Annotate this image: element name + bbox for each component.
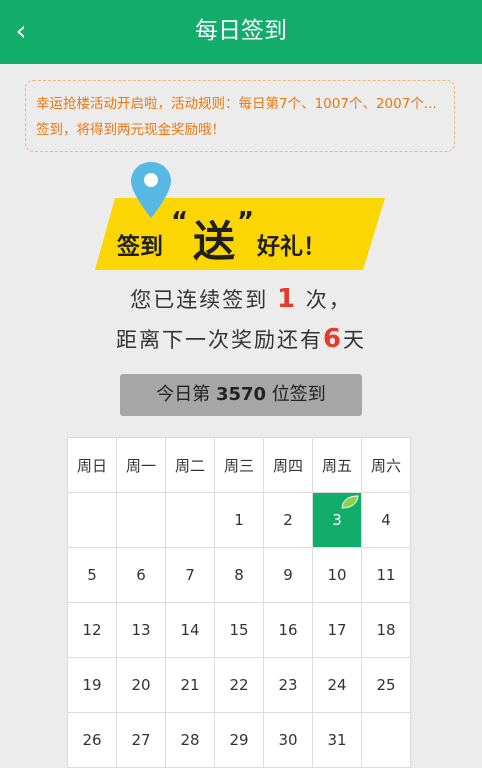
calendar-day-cell[interactable]: 18 xyxy=(361,602,411,658)
calendar-body: 1 2 3 4 5 6 7 8 9 10 11 12 13 14 15 16 17 18 19 20 21 22 23 24 2… xyxy=(67,492,411,768)
calendar-day-cell[interactable]: 27 xyxy=(116,712,166,768)
banner-quote-close: ” xyxy=(237,207,254,237)
next-reward-prefix: 距离下一次奖励还有 xyxy=(115,328,323,352)
calendar-day-today[interactable]: 3 xyxy=(312,492,362,548)
calendar-empty-cell xyxy=(116,492,166,548)
calendar-day-cell[interactable]: 11 xyxy=(361,547,411,603)
calendar-day-cell[interactable]: 13 xyxy=(116,602,166,658)
streak-suffix: 次， xyxy=(305,288,352,312)
calendar-day-cell[interactable]: 4 xyxy=(361,492,411,548)
calendar-empty-cell xyxy=(165,492,215,548)
calendar-day-cell[interactable]: 2 xyxy=(263,492,313,548)
calendar-day-cell[interactable]: 1 xyxy=(214,492,264,548)
rank-prefix: 今日第 xyxy=(156,384,211,405)
calendar-week-row: 12 13 14 15 16 17 18 xyxy=(67,602,411,658)
rank-number: 3570 xyxy=(215,384,267,405)
banner-quote-open: “ xyxy=(171,207,188,237)
calendar-day-cell[interactable]: 21 xyxy=(165,657,215,713)
calendar-day-cell[interactable]: 24 xyxy=(312,657,362,713)
calendar-day-cell[interactable]: 28 xyxy=(165,712,215,768)
calendar-day-cell[interactable]: 29 xyxy=(214,712,264,768)
calendar-day-cell[interactable]: 9 xyxy=(263,547,313,603)
sign-in-gift-banner: 签到 “ 送 ” 好礼！ xyxy=(95,162,385,270)
weekday-sat: 周六 xyxy=(361,437,411,493)
rank-suffix: 位签到 xyxy=(271,384,326,405)
calendar-day-cell[interactable]: 17 xyxy=(312,602,362,658)
calendar-week-row: 26 27 28 29 30 31 xyxy=(67,712,411,768)
calendar-day-cell[interactable]: 19 xyxy=(67,657,117,713)
calendar-day-number: 3 xyxy=(332,511,342,529)
streak-count: 1 xyxy=(276,284,298,314)
calendar-day-cell[interactable]: 5 xyxy=(67,547,117,603)
leaf-icon xyxy=(341,495,359,509)
activity-rules-notice: 幸运抢楼活动开启啦，活动规则：每日第7个、1007个、2007个...签到，将得… xyxy=(25,80,455,152)
weekday-mon: 周一 xyxy=(116,437,166,493)
next-reward-suffix: 天 xyxy=(343,328,367,352)
weekday-header-row: 周日 周一 周二 周三 周四 周五 周六 xyxy=(67,437,411,493)
calendar-day-cell[interactable]: 6 xyxy=(116,547,166,603)
calendar-empty-cell xyxy=(67,492,117,548)
calendar-day-cell[interactable]: 10 xyxy=(312,547,362,603)
calendar-day-cell[interactable]: 22 xyxy=(214,657,264,713)
calendar-day-cell[interactable]: 15 xyxy=(214,602,264,658)
calendar-day-cell[interactable]: 20 xyxy=(116,657,166,713)
weekday-sun: 周日 xyxy=(67,437,117,493)
streak-prefix: 您已连续签到 xyxy=(130,288,269,312)
calendar-day-cell[interactable]: 31 xyxy=(312,712,362,768)
page-title: 每日签到 xyxy=(195,18,287,44)
next-reward-days: 6 xyxy=(322,324,344,354)
next-reward-line: 距离下一次奖励还有6天 xyxy=(0,324,482,354)
sign-in-calendar: 周日 周一 周二 周三 周四 周五 周六 1 2 3 4 5 6 7 8 9 10 11 12 13 14… xyxy=(67,437,411,768)
sign-in-rank-badge: 今日第 3570 位签到 xyxy=(120,374,362,416)
calendar-week-row: 5 6 7 8 9 10 11 xyxy=(67,547,411,603)
calendar-day-cell[interactable]: 7 xyxy=(165,547,215,603)
calendar-empty-cell xyxy=(361,712,411,768)
banner-text-give: 送 xyxy=(193,217,235,266)
streak-line: 您已连续签到 1 次， xyxy=(0,284,482,314)
calendar-day-cell[interactable]: 23 xyxy=(263,657,313,713)
calendar-day-cell[interactable]: 14 xyxy=(165,602,215,658)
weekday-tue: 周二 xyxy=(165,437,215,493)
weekday-thu: 周四 xyxy=(263,437,313,493)
weekday-fri: 周五 xyxy=(312,437,362,493)
app-header: ‹ 每日签到 xyxy=(0,0,482,64)
calendar-day-cell[interactable]: 26 xyxy=(67,712,117,768)
calendar-week-row: 12 3 4 xyxy=(67,492,411,548)
calendar-day-cell[interactable]: 25 xyxy=(361,657,411,713)
calendar-day-cell[interactable]: 16 xyxy=(263,602,313,658)
calendar-day-cell[interactable]: 8 xyxy=(214,547,264,603)
banner-text-sign: 签到 xyxy=(116,233,163,260)
calendar-day-cell[interactable]: 12 xyxy=(67,602,117,658)
banner-text-gift: 好礼！ xyxy=(256,233,326,260)
weekday-wed: 周三 xyxy=(214,437,264,493)
calendar-day-cell[interactable]: 30 xyxy=(263,712,313,768)
calendar-week-row: 19 20 21 22 23 24 25 xyxy=(67,657,411,713)
